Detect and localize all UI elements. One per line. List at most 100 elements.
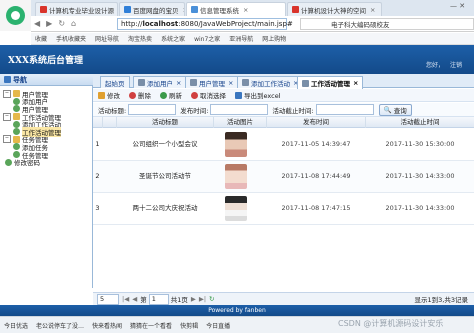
logout-link[interactable]: 注销	[450, 60, 462, 69]
pub-time-label: 发布时间:	[180, 106, 209, 115]
home-icon[interactable]: ⌂	[71, 19, 76, 28]
browser-tab-1[interactable]: 计算机专业毕业设计源×	[35, 2, 118, 16]
tab-favicon-icon	[124, 6, 131, 13]
cancel-icon	[191, 91, 198, 99]
grid-toolbar: 修改 删除 刷新 取消选择 导出到excel	[93, 89, 474, 102]
activity-title: 两十二公司大庆祝活动	[132, 204, 198, 212]
refresh-button[interactable]: 刷新	[160, 90, 182, 100]
tab-start[interactable]: 起始页	[100, 76, 130, 88]
col-deadline[interactable]: 活动截止时间	[366, 117, 474, 128]
edit-icon	[98, 91, 105, 99]
row-checkbox[interactable]	[103, 193, 116, 224]
status-item[interactable]: 快来看热闻	[92, 321, 122, 330]
row-checkbox[interactable]	[103, 161, 116, 192]
status-item[interactable]: 快剪辑	[180, 321, 198, 330]
bookmark-item[interactable]: 系统之家	[161, 34, 185, 43]
tab-close-icon[interactable]: ×	[183, 6, 185, 14]
title-input[interactable]	[128, 104, 177, 115]
bookmark-item[interactable]: 网址导航	[95, 34, 119, 43]
refresh-icon[interactable]: ↻	[58, 19, 65, 28]
activity-photo	[225, 132, 247, 157]
status-item[interactable]: 老公说停车了没…	[36, 321, 84, 330]
tab-add-user[interactable]: 添加用户 ×	[133, 76, 187, 88]
browser-tab-4[interactable]: 计算机设计大神的空间 ×	[287, 2, 382, 16]
user-icon	[242, 79, 249, 86]
edit-button[interactable]: 修改	[98, 90, 120, 100]
search-input[interactable]: 电子科大编码硕校友	[300, 18, 474, 30]
pub-time-input[interactable]	[210, 104, 269, 115]
window-controls[interactable]: — ✕	[450, 2, 465, 10]
status-item[interactable]: 今日优选	[4, 321, 28, 330]
unselect-button[interactable]: 取消选择	[191, 90, 226, 100]
row-number: 1	[95, 140, 100, 148]
activity-photo	[225, 196, 247, 221]
browser-tab-3[interactable]: 信息管理系统 ×	[186, 2, 286, 16]
bookmark-item[interactable]: 亚洲导航	[229, 34, 253, 43]
delete-icon	[129, 91, 136, 99]
next-page-icon[interactable]: ▶	[191, 295, 196, 303]
page-number-input[interactable]: 1	[148, 293, 169, 305]
deadline: 2017-11-30 14:33:00	[385, 172, 455, 180]
close-icon[interactable]: ×	[353, 79, 358, 87]
folder-icon	[13, 113, 20, 121]
browser-tab-2[interactable]: 百度网盘的宝贝×	[119, 2, 185, 16]
page-icon	[13, 120, 20, 128]
pub-time: 2017-11-08 17:44:49	[281, 172, 351, 180]
url-input[interactable]: http://localhost:8080/JavaWebProject/mai…	[117, 18, 293, 30]
last-page-icon[interactable]: ▶|	[199, 295, 206, 303]
row-checkbox[interactable]	[103, 129, 116, 160]
folder-icon	[13, 90, 20, 98]
user-icon	[138, 79, 145, 86]
deadline-input[interactable]	[315, 104, 374, 115]
bookmark-item[interactable]: 收藏	[35, 34, 47, 43]
tab-user-manage[interactable]: 用户管理 ×	[185, 76, 239, 88]
nav-tree: − 用户管理 添加用户 用户管理 − 工作活动管理 添加工作活动 工作活动管理 − 任…	[3, 89, 91, 167]
close-icon[interactable]: ×	[228, 79, 233, 87]
table-row[interactable]: 3 两十二公司大庆祝活动 2017-11-08 17:47:15 2017-11…	[93, 193, 474, 225]
table-row[interactable]: 2 圣诞节公司活动节 2017-11-08 17:44:49 2017-11-3…	[93, 161, 474, 193]
tab-close-icon[interactable]: ×	[243, 6, 248, 14]
forward-icon[interactable]: ▶	[46, 19, 52, 28]
grid-header: 活动标题 活动图片 发布时间 活动截止时间	[93, 117, 474, 128]
grid-header-checkbox[interactable]	[103, 117, 117, 128]
col-pub-time[interactable]: 发布时间	[267, 117, 366, 128]
close-icon[interactable]: ×	[176, 79, 181, 87]
grid-header-rownum	[93, 117, 103, 128]
tab-add-activity[interactable]: 添加工作活动 ×	[237, 76, 304, 88]
row-number: 3	[95, 204, 100, 212]
bookmark-item[interactable]: 手机收藏夹	[56, 34, 86, 43]
export-excel-button[interactable]: 导出到excel	[235, 90, 281, 100]
tab-favicon-icon	[191, 6, 198, 13]
back-icon[interactable]: ◀	[34, 19, 40, 28]
bookmark-item[interactable]: 网上购物	[262, 34, 286, 43]
search-icon: 🔍	[383, 105, 392, 114]
status-item[interactable]: 猜猜在一个看看	[130, 321, 172, 330]
deadline-label: 活动截止时间:	[272, 106, 314, 115]
status-item[interactable]: 今日直播	[206, 321, 230, 330]
nav-icon	[4, 76, 11, 83]
page-icon	[13, 105, 20, 113]
user-icon	[302, 79, 309, 87]
tab-activity-manage[interactable]: 工作活动管理 ×	[297, 76, 364, 89]
col-title[interactable]: 活动标题	[117, 117, 214, 128]
table-row[interactable]: 1 公司组织一个小型会议 2017-11-05 14:39:47 2017-11…	[93, 129, 474, 161]
activity-title: 公司组织一个小型会议	[132, 140, 198, 148]
page-icon	[5, 158, 12, 166]
delete-button[interactable]: 删除	[129, 90, 151, 100]
first-page-icon[interactable]: |◀	[122, 295, 129, 303]
bookmark-item[interactable]: 淘宝热卖	[128, 34, 152, 43]
pub-time: 2017-11-05 14:39:47	[281, 140, 351, 148]
collapse-icon[interactable]: −	[3, 89, 11, 98]
watermark: CSDN @计算机源码设计安乐	[338, 319, 444, 328]
reload-icon[interactable]: ↻	[209, 295, 214, 303]
bookmarks-bar: 收藏 手机收藏夹 网址导航 淘宝热卖 系统之家 win7之家 亚洲导航 网上购物	[31, 33, 474, 45]
collapse-icon[interactable]: −	[3, 135, 11, 144]
prev-page-icon[interactable]: ◀	[132, 295, 137, 303]
page-icon	[13, 143, 20, 151]
col-image[interactable]: 活动图片	[214, 117, 267, 128]
tab-close-icon[interactable]: ×	[370, 6, 375, 14]
collapse-icon[interactable]: −	[3, 112, 11, 121]
page-size-select[interactable]: 5	[97, 293, 119, 305]
query-button[interactable]: 🔍 查询	[378, 103, 412, 116]
bookmark-item[interactable]: win7之家	[194, 34, 220, 43]
